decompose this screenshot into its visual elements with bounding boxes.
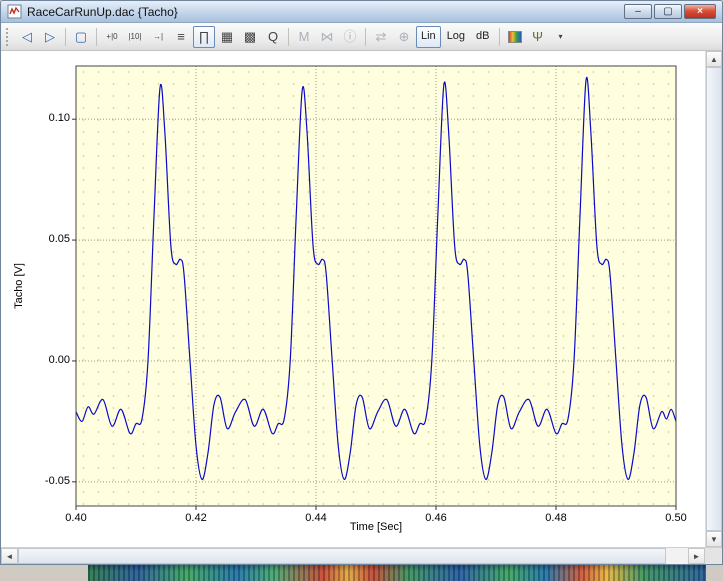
crosshair-icon: ⋈ <box>321 30 334 43</box>
waterfall-display-icon: ▩ <box>244 30 256 43</box>
tacho-waveform <box>76 77 676 479</box>
steps-display-button[interactable]: ∏ <box>193 26 215 48</box>
y-tick-label: -0.05 <box>26 475 70 487</box>
lin-scale-button[interactable]: Lin <box>416 26 441 48</box>
sound-playback-button[interactable]: Ψ <box>527 26 549 48</box>
y-scale-fixed-icon: +|0 <box>106 33 117 41</box>
horizontal-scroll-thumb[interactable] <box>18 548 666 564</box>
toolbar-separator <box>288 28 289 46</box>
db-scale-button[interactable]: dB <box>471 26 494 48</box>
play-icon: ▷ <box>45 30 55 43</box>
x-scale-fixed-icon: |10| <box>128 33 141 41</box>
titlebar[interactable]: RaceCarRunUp.dac {Tacho} – ▢ × <box>1 1 722 23</box>
link-cursor-button[interactable]: ⇄ <box>370 26 392 48</box>
scroll-left-arrow[interactable]: ◄ <box>1 548 18 564</box>
y-tick-label: 0.10 <box>26 112 70 124</box>
screen: RaceCarRunUp.dac {Tacho} – ▢ × ◁ ▷ ▢ +|0 |10… <box>0 0 723 581</box>
toolbar-separator <box>96 28 97 46</box>
scroll-up-arrow[interactable]: ▲ <box>706 51 722 67</box>
zoom-button[interactable]: Q <box>262 26 284 48</box>
scrollbar-corner <box>705 548 722 564</box>
info-button[interactable]: ⓘ <box>339 26 361 48</box>
color-settings-button[interactable] <box>504 26 526 48</box>
palette-icon <box>508 31 522 43</box>
x-scale-fixed-button[interactable]: |10| <box>124 26 146 48</box>
background-colormap-preview[interactable] <box>88 565 706 581</box>
chart-client-area: Tacho [V] Time [Sec] ▲ ▼ 0.40 0.42 0.44 0.4… <box>1 51 722 547</box>
measure-cursor-icon: M <box>299 30 310 43</box>
toolbar-separator <box>65 28 66 46</box>
y-tick-label: 0.05 <box>26 233 70 245</box>
waterfall-display-button[interactable]: ▩ <box>239 26 261 48</box>
toolbar-separator <box>365 28 366 46</box>
measure-cursor-button[interactable]: M <box>293 26 315 48</box>
colormap-display-button[interactable]: ▦ <box>216 26 238 48</box>
link-cursor-icon: ⇄ <box>376 30 387 43</box>
horizontal-scrollbar[interactable]: ◄ ► <box>1 547 722 564</box>
maximize-button[interactable]: ▢ <box>654 4 682 19</box>
y-axis-label: Tacho [V] <box>13 263 25 309</box>
scroll-to-end-button[interactable]: →| <box>147 26 169 48</box>
marker-icon: ⊕ <box>399 30 410 43</box>
window-title: RaceCarRunUp.dac {Tacho} <box>27 5 624 19</box>
log-scale-button[interactable]: Log <box>442 26 470 48</box>
colormap-display-icon: ▦ <box>221 30 233 43</box>
close-button[interactable]: × <box>684 4 716 19</box>
waveform-plot[interactable] <box>76 66 676 506</box>
curve-window: RaceCarRunUp.dac {Tacho} – ▢ × ◁ ▷ ▢ +|0 |10… <box>0 0 723 565</box>
toolbar: ◁ ▷ ▢ +|0 |10| →| ≡ ∏ ▦ ▩ Q M ⋈ ⓘ ⇄ ⊕ Lin LogdB Ψ ▾ <box>1 23 722 51</box>
toolbar-grip[interactable] <box>6 28 11 46</box>
info-icon: ⓘ <box>343 30 356 43</box>
play-button[interactable]: ▷ <box>39 26 61 48</box>
toolbar-options-icon: ▾ <box>559 33 563 41</box>
window-arrange-button[interactable]: ▢ <box>70 26 92 48</box>
x-tick-label: 0.48 <box>536 512 576 524</box>
x-axis-label: Time [Sec] <box>350 521 402 533</box>
prev-event-icon: ◁ <box>22 30 32 43</box>
scroll-to-end-icon: →| <box>153 33 163 41</box>
crosshair-button[interactable]: ⋈ <box>316 26 338 48</box>
y-tick-label: 0.00 <box>26 354 70 366</box>
background-window-strip[interactable] <box>0 565 723 581</box>
window-arrange-icon: ▢ <box>75 30 87 43</box>
x-tick-label: 0.50 <box>656 512 696 524</box>
y-scale-fixed-button[interactable]: +|0 <box>101 26 123 48</box>
vertical-scroll-thumb[interactable] <box>706 67 722 531</box>
window-controls: – ▢ × <box>624 4 718 19</box>
x-tick-label: 0.40 <box>56 512 96 524</box>
steps-display-icon: ∏ <box>199 30 210 43</box>
prev-event-button[interactable]: ◁ <box>16 26 38 48</box>
minimize-button[interactable]: – <box>624 4 652 19</box>
lin-scale-icon: Lin <box>421 31 436 42</box>
marker-button[interactable]: ⊕ <box>393 26 415 48</box>
app-icon <box>7 4 22 19</box>
x-tick-label: 0.46 <box>416 512 456 524</box>
x-tick-label: 0.42 <box>176 512 216 524</box>
scroll-down-arrow[interactable]: ▼ <box>706 531 722 547</box>
sound-playback-icon: Ψ <box>532 30 543 43</box>
zoom-icon: Q <box>268 30 278 43</box>
db-scale-icon: dB <box>476 31 489 42</box>
scroll-right-arrow[interactable]: ► <box>688 548 705 564</box>
toolbar-options-dropdown[interactable]: ▾ <box>550 26 572 48</box>
grid-toggle-button[interactable]: ≡ <box>170 26 192 48</box>
grid-toggle-icon: ≡ <box>177 30 185 43</box>
vertical-scrollbar[interactable]: ▲ ▼ <box>705 51 722 547</box>
toolbar-separator <box>499 28 500 46</box>
x-tick-label: 0.44 <box>296 512 336 524</box>
log-scale-icon: Log <box>447 31 465 42</box>
